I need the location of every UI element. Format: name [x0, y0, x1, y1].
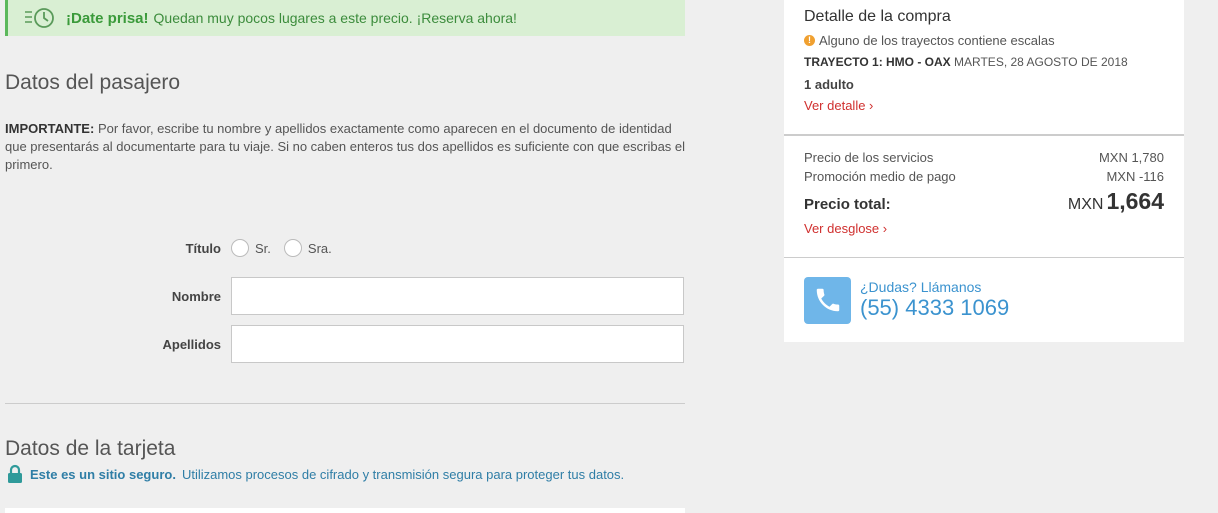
lock-icon [7, 464, 23, 484]
total-currency: MXN [1067, 196, 1104, 213]
radio-sr-label[interactable]: Sr. [255, 241, 271, 256]
phone-icon [804, 276, 851, 324]
route-date: MARTES, 28 AGOSTO DE 2018 [954, 55, 1128, 69]
route-label: TRAYECTO 1: HMO - OAX [804, 55, 951, 69]
important-text: Por favor, escribe tu nombre y apellidos… [5, 121, 686, 172]
total-amount: 1,664 [1106, 188, 1164, 214]
route-info: TRAYECTO 1: HMO - OAX MARTES, 28 AGOSTO … [804, 55, 1164, 69]
clock-icon [24, 5, 60, 31]
card-section-title: Datos de la tarjeta [5, 437, 176, 460]
important-label: IMPORTANTE: [5, 121, 95, 136]
promo-value: MXN -116 [1106, 169, 1164, 184]
card-form-panel [5, 508, 685, 513]
name-input[interactable] [231, 277, 684, 315]
important-notice: IMPORTANTE: Por favor, escribe tu nombre… [5, 120, 687, 174]
contact-phone[interactable]: (55) 4333 1069 [860, 295, 1009, 321]
view-breakdown-link[interactable]: Ver desglose › [804, 221, 1164, 236]
promo-row: Promoción medio de pago MXN -116 [804, 169, 1164, 184]
promo-label: Promoción medio de pago [804, 169, 956, 184]
contact-text: ¿Dudas? Llámanos (55) 4333 1069 [860, 279, 1009, 321]
title-radio-group: Sr. Sra. [231, 239, 345, 257]
total-row: Precio total: MXN 1,664 [804, 188, 1164, 215]
service-price-row: Precio de los servicios MXN 1,780 [804, 150, 1164, 165]
surname-label: Apellidos [162, 337, 221, 352]
title-label: Título [185, 241, 221, 256]
banner-text: Quedan muy pocos lugares a este precio. … [153, 10, 517, 26]
purchase-detail: Detalle de la compra ! Alguno de los tra… [784, 0, 1184, 136]
banner-strong-text: ¡Date prisa! [66, 9, 149, 27]
contact-question[interactable]: ¿Dudas? Llámanos [860, 279, 1009, 295]
radio-sra-label[interactable]: Sra. [308, 241, 332, 256]
passenger-section-title: Datos del pasajero [5, 71, 181, 94]
secure-notice: Este es un sitio seguro. Utilizamos proc… [7, 464, 624, 484]
total-price: MXN 1,664 [1068, 188, 1164, 215]
stops-warning: ! Alguno de los trayectos contiene escal… [804, 33, 1164, 48]
section-divider [5, 403, 685, 404]
service-label: Precio de los servicios [804, 150, 934, 165]
warning-icon: ! [804, 35, 815, 46]
secure-text: Utilizamos procesos de cifrado y transmi… [181, 466, 625, 482]
contact-block: ¿Dudas? Llámanos (55) 4333 1069 [784, 258, 1184, 342]
surname-input[interactable] [231, 325, 684, 363]
warning-text: Alguno de los trayectos contiene escalas [819, 33, 1055, 48]
radio-sra[interactable] [283, 239, 302, 257]
purchase-title: Detalle de la compra [804, 8, 951, 25]
urgency-banner: ¡Date prisa! Quedan muy pocos lugares a … [5, 0, 685, 36]
secure-label: Este es un sitio seguro. [30, 466, 176, 482]
service-value: MXN 1,780 [1098, 150, 1164, 165]
passenger-count: 1 adulto [804, 77, 854, 92]
view-detail-link[interactable]: Ver detalle › [804, 98, 1164, 113]
purchase-summary: Detalle de la compra ! Alguno de los tra… [784, 0, 1184, 342]
total-label: Precio total: [804, 196, 891, 213]
price-breakdown: Precio de los servicios MXN 1,780 Promoc… [784, 136, 1184, 258]
name-label: Nombre [171, 289, 221, 304]
radio-sr[interactable] [231, 239, 249, 257]
